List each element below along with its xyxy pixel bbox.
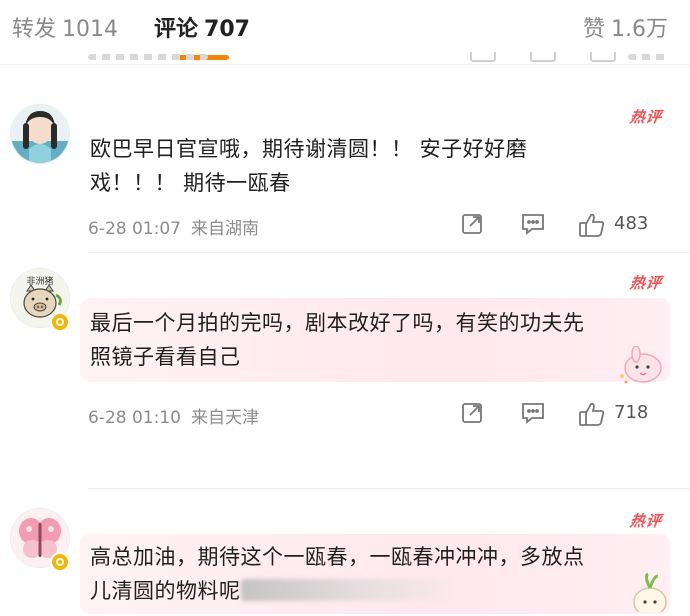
tab-comment-label: 评论: [154, 17, 199, 42]
avatar-woman-icon[interactable]: [10, 104, 70, 164]
radish-sticker-icon: [624, 572, 674, 616]
like-count: 718: [614, 402, 649, 423]
verified-badge-icon: [50, 552, 70, 572]
previous-comment-row-clipped: [0, 52, 690, 66]
hot-comment-badge: 热评: [628, 512, 664, 530]
tab-comment[interactable]: 评论 707: [154, 14, 250, 46]
comment-date: 6-28 01:07: [88, 219, 181, 239]
tab-like-count: 1.6万: [611, 17, 668, 42]
comment-item: 热评 高总加油，期待这个一瓯春，一瓯春冲冲冲，多放点 儿清圆的物料呢: [0, 496, 690, 616]
tab-repost[interactable]: 转发 1014: [12, 14, 118, 46]
clipped-share-icon: [470, 52, 496, 62]
reply-icon[interactable]: [520, 401, 546, 429]
blurred-text-overlay: [240, 579, 451, 601]
comment-text-line: 儿清圆的物料呢: [90, 579, 241, 603]
comment-meta: 6-28 01:10 来自天津: [88, 403, 259, 428]
thumbs-up-icon[interactable]: [578, 212, 606, 242]
comment-item: 热评 欧巴早日官宣哦，期待谢清圆！！ 安子好好磨 戏！！！ 期待一瓯春 6-28…: [0, 94, 690, 254]
clipped-like-icon: [590, 52, 616, 62]
tab-repost-count: 1014: [62, 17, 119, 42]
bunny-sticker-icon: [616, 345, 666, 390]
tab-like[interactable]: 赞 1.6万: [583, 14, 668, 46]
clipped-comment-icon: [530, 52, 556, 62]
comment-actions: 483: [460, 209, 670, 239]
clipped-like-count: [628, 54, 668, 60]
hot-comment-badge: 热评: [628, 108, 664, 126]
comment-text: 欧巴早日官宣哦，期待谢清圆！！ 安子好好磨 戏！！！ 期待一瓯春: [90, 132, 610, 200]
comment-text-line: 戏！！！ 期待一瓯春: [90, 171, 291, 195]
like-count: 483: [614, 213, 649, 234]
comment-actions: 718: [460, 398, 670, 428]
share-icon[interactable]: [460, 212, 484, 240]
verified-badge-icon: [50, 312, 70, 332]
comment-meta: 6-28 01:07 来自湖南: [88, 214, 259, 239]
comment-text-line: 照镜子看看自己: [90, 345, 241, 369]
tab-like-label: 赞: [582, 17, 605, 42]
share-icon[interactable]: [460, 401, 484, 429]
comment-location: 来自天津: [190, 408, 259, 428]
comment-text-line: 最后一个月拍的完吗，剧本改好了吗，有笑的功夫先: [90, 311, 585, 335]
reply-icon[interactable]: [520, 212, 546, 240]
comment-divider: [88, 252, 690, 253]
tab-repost-label: 转发: [12, 17, 57, 42]
tab-comment-count: 707: [204, 17, 250, 42]
thumbs-up-icon[interactable]: [578, 401, 606, 431]
comment-location: 来自湖南: [190, 219, 259, 239]
comment-text: 高总加油，期待这个一瓯春，一瓯春冲冲冲，多放点 儿清圆的物料呢: [90, 540, 610, 608]
comment-item: 非洲猪 热评 最后一个月拍的完吗，剧本改好了吗，有笑的功夫先 照镜子看看自己 6…: [0, 258, 690, 489]
comment-divider: [88, 488, 690, 489]
comment-text: 最后一个月拍的完吗，剧本改好了吗，有笑的功夫先 照镜子看看自己: [90, 306, 610, 374]
comment-text-line-wrap: 儿清圆的物料呢: [90, 574, 610, 608]
hot-comment-badge: 热评: [628, 274, 664, 292]
comment-text-line: 欧巴早日官宣哦，期待谢清圆！！ 安子好好磨: [90, 137, 528, 161]
comment-date: 6-28 01:10: [88, 408, 181, 428]
clipped-meta-text: [88, 54, 208, 60]
comment-text-line: 高总加油，期待这个一瓯春，一瓯春冲冲冲，多放点: [90, 545, 585, 569]
